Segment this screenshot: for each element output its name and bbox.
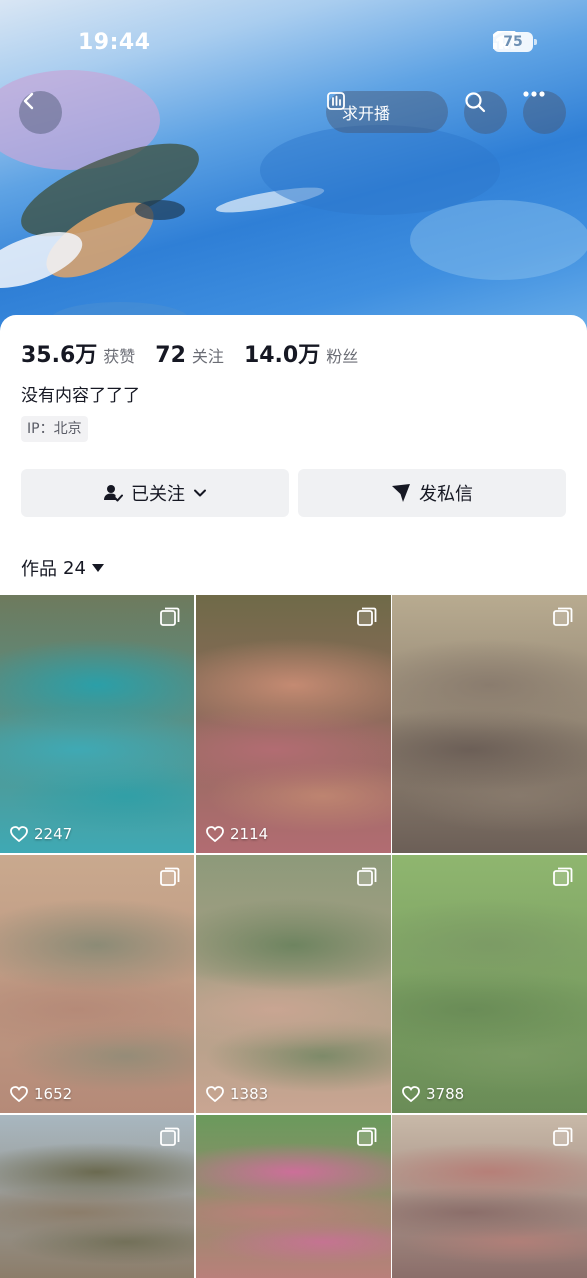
work-tile[interactable] bbox=[0, 1115, 194, 1278]
multi-image-icon bbox=[357, 607, 377, 626]
followers-count[interactable]: 14.0万 bbox=[244, 337, 320, 369]
work-tile[interactable]: 1383 bbox=[196, 855, 391, 1113]
followed-button[interactable]: 已关注 bbox=[21, 469, 289, 517]
multi-image-icon bbox=[553, 867, 573, 886]
chevron-down-icon bbox=[194, 489, 206, 497]
work-likes: 2114 bbox=[206, 825, 268, 843]
request-live-button[interactable]: 求开播 bbox=[326, 91, 448, 133]
live-chart-icon bbox=[327, 92, 345, 110]
request-live-label: 求开播 bbox=[342, 104, 391, 123]
multi-image-icon bbox=[553, 1127, 573, 1146]
user-check-icon bbox=[104, 485, 123, 502]
heart-icon bbox=[206, 1086, 224, 1102]
work-likes: 2247 bbox=[10, 825, 72, 843]
caret-down-icon bbox=[91, 564, 104, 572]
battery-indicator: 75 bbox=[493, 32, 537, 52]
profile-bio: 没有内容了了了 bbox=[21, 386, 140, 406]
multi-image-icon bbox=[160, 607, 180, 626]
likes-label: 获赞 bbox=[103, 347, 136, 366]
status-icons: 75 bbox=[493, 31, 537, 53]
work-tile[interactable] bbox=[196, 1115, 391, 1278]
heart-icon bbox=[206, 826, 224, 842]
ip-location-tag: IP：北京 bbox=[21, 416, 88, 442]
status-time: 19:44 bbox=[78, 30, 151, 55]
search-button[interactable] bbox=[464, 91, 507, 134]
profile-banner: 19:44 75 求开播 bbox=[0, 0, 587, 345]
work-thumbnail bbox=[0, 595, 194, 853]
works-tab[interactable]: 作品 24 bbox=[21, 555, 104, 581]
work-likes-count: 3788 bbox=[426, 1085, 465, 1103]
followed-label: 已关注 bbox=[131, 484, 185, 505]
send-message-button[interactable]: 发私信 bbox=[298, 469, 566, 517]
multi-image-icon bbox=[553, 607, 573, 626]
work-likes: 1652 bbox=[10, 1085, 72, 1103]
work-tile[interactable]: 2247 bbox=[0, 595, 194, 853]
works-label: 作品 bbox=[21, 559, 57, 580]
work-thumbnail bbox=[196, 595, 391, 853]
work-tile[interactable]: 1652 bbox=[0, 855, 194, 1113]
work-tile[interactable] bbox=[392, 1115, 587, 1278]
work-thumbnail bbox=[0, 855, 194, 1113]
followers-label[interactable]: 粉丝 bbox=[326, 343, 358, 367]
following-count[interactable]: 72 bbox=[155, 343, 186, 368]
search-icon bbox=[465, 92, 486, 113]
more-button[interactable] bbox=[523, 91, 566, 134]
send-message-label: 发私信 bbox=[419, 484, 473, 505]
work-tile[interactable]: 2114 bbox=[196, 595, 391, 853]
work-likes-count: 2247 bbox=[34, 825, 73, 843]
multi-image-icon bbox=[357, 1127, 377, 1146]
more-icon bbox=[523, 91, 545, 97]
works-count: 24 bbox=[63, 557, 86, 579]
heart-icon bbox=[402, 1086, 420, 1102]
status-bar: 19:44 75 bbox=[0, 0, 587, 86]
work-likes: 1383 bbox=[206, 1085, 268, 1103]
likes-count: 35.6万 bbox=[21, 343, 98, 368]
work-tile[interactable]: 3788 bbox=[392, 855, 587, 1113]
work-tile[interactable] bbox=[392, 595, 587, 853]
work-thumbnail bbox=[392, 855, 587, 1113]
work-thumbnail bbox=[392, 595, 587, 853]
multi-image-icon bbox=[357, 867, 377, 886]
multi-image-icon bbox=[160, 1127, 180, 1146]
work-thumbnail bbox=[196, 855, 391, 1113]
send-icon bbox=[392, 484, 410, 502]
work-likes-count: 1383 bbox=[230, 1085, 269, 1103]
work-likes: 3788 bbox=[402, 1085, 464, 1103]
multi-image-icon bbox=[160, 867, 180, 886]
work-likes-count: 2114 bbox=[230, 825, 269, 843]
profile-stats: 35.6万 获赞 72 关注 14.0万 粉丝 bbox=[21, 337, 378, 369]
heart-icon bbox=[10, 826, 28, 842]
work-likes-count: 1652 bbox=[34, 1085, 73, 1103]
chevron-left-icon bbox=[23, 92, 34, 110]
following-label[interactable]: 关注 bbox=[192, 343, 224, 367]
heart-icon bbox=[10, 1086, 28, 1102]
back-button[interactable] bbox=[19, 91, 62, 134]
